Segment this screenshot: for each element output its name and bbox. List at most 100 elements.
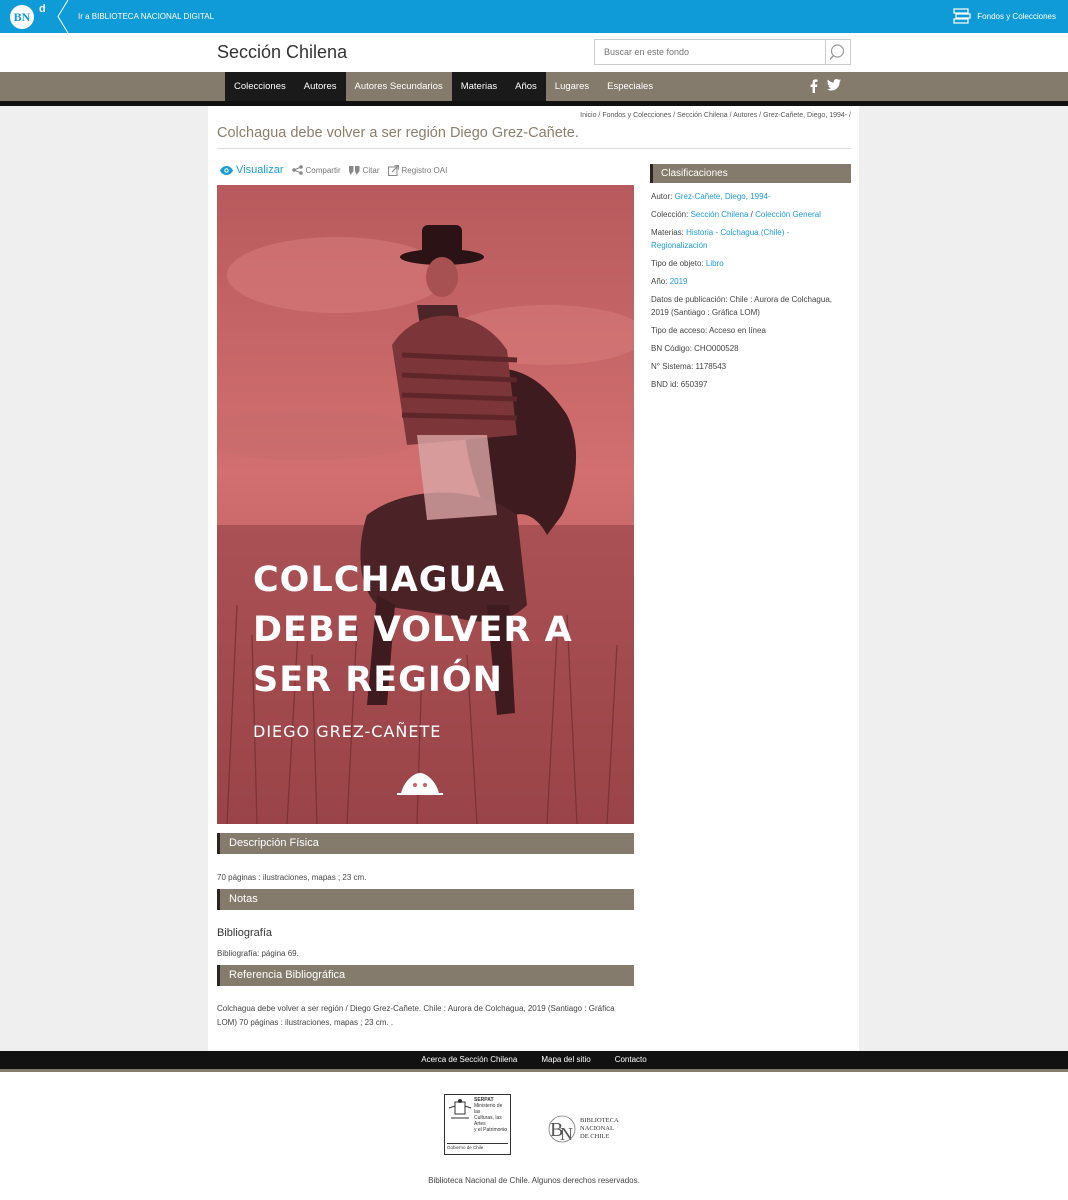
autor-row: Autor: Grez-Cañete, Diego, 1994-: [651, 190, 851, 203]
bnc-line: NACIONAL: [580, 1125, 614, 1132]
eye-icon: [220, 165, 233, 175]
materias-link-2[interactable]: Regionalización: [651, 241, 707, 250]
coleccion-label: Colección:: [651, 210, 689, 219]
visualizar-label: Visualizar: [236, 164, 284, 176]
bnc-line: DE CHILE: [580, 1133, 610, 1140]
footer: SERPAT Ministerio de las Culturas, las A…: [0, 1072, 1068, 1200]
nav-item[interactable]: Colecciones: [225, 72, 295, 101]
bnd-id: BND id: 650397: [651, 380, 708, 389]
serpat-logo[interactable]: SERPAT Ministerio de las Culturas, las A…: [444, 1094, 511, 1155]
site-header: Sección Chilena: [0, 33, 1068, 72]
autor-label: Autor:: [651, 192, 673, 201]
social-links: [810, 79, 841, 93]
datos-publicacion: Datos de publicación: Chile : Aurora de …: [651, 295, 832, 317]
fondos-colecciones-link[interactable]: Fondos y Colecciones: [953, 8, 1056, 25]
cover-title-line: SER REGIÓN: [253, 660, 503, 700]
registro-oai-button[interactable]: Registro OAI: [387, 164, 448, 176]
bnd-logo-d: d: [39, 3, 46, 15]
site-title[interactable]: Sección Chilena: [217, 42, 347, 63]
publisher-logo-icon: [397, 773, 443, 795]
chevron-left-icon: [57, 0, 69, 33]
referencia-text: Colchagua debe volver a ser región / Die…: [217, 1004, 615, 1013]
serpat-sub-2: Culturas, las Artes: [474, 1115, 502, 1127]
fondos-label: Fondos y Colecciones: [977, 12, 1056, 21]
citar-label: Citar: [362, 165, 380, 175]
materias-label: Materias:: [651, 228, 684, 237]
breadcrumb-item[interactable]: Fondos y Colecciones: [602, 112, 671, 119]
gobierno-label: Gobierno de Chile: [447, 1143, 508, 1150]
anio-label: Año:: [651, 277, 668, 286]
nav-item[interactable]: Especiales: [598, 72, 662, 101]
notas-header: Notas: [217, 889, 634, 910]
nav-item[interactable]: Autores Secundarios: [346, 72, 452, 101]
nav-item[interactable]: Autores: [294, 72, 346, 101]
anio-link[interactable]: 2019: [670, 277, 688, 286]
bnc-line: BIBLIOTECA: [580, 1117, 619, 1124]
serpat-sub-3: y el Patrimonio: [474, 1127, 508, 1133]
bnc-text: BIBLIOTECA NACIONAL DE CHILE: [580, 1117, 619, 1141]
breadcrumb-item[interactable]: Inicio: [580, 112, 596, 119]
cover-author: DIEGO GREZ-CAÑETE: [253, 722, 442, 741]
registro-oai-label: Registro OAI: [401, 165, 448, 175]
referencia-header: Referencia Bibliográfica: [217, 965, 634, 986]
bn-monogram-icon: B N: [548, 1115, 576, 1144]
tipo-label: Tipo de objeto:: [651, 259, 704, 268]
breadcrumb: Inicio / Fondos y Colecciones / Sección …: [580, 112, 851, 119]
breadcrumb-separator: /: [847, 112, 851, 119]
citar-button[interactable]: Citar: [348, 165, 380, 175]
breadcrumb-item[interactable]: Grez-Cañete, Diego, 1994-: [763, 112, 847, 119]
serpat-sub-1: Ministerio de las: [474, 1103, 503, 1115]
nav-items: Colecciones Autores Autores Secundarios Mat…: [225, 72, 662, 101]
bn-codigo: BN Código: CHO000528: [651, 344, 739, 353]
twitter-icon[interactable]: [827, 79, 841, 91]
main-nav: Colecciones Autores Autores Secundarios Mat…: [0, 72, 1068, 101]
top-bar: BN d Ir a BIBLIOTECA NACIONAL DIGITAL Fo…: [0, 0, 1068, 33]
cover-title: COLCHAGUA DEBE VOLVER A SER REGIÓN: [253, 555, 573, 705]
coat-of-arms-icon: [448, 1099, 472, 1119]
tipo-row: Tipo de objeto: Libro: [651, 257, 851, 270]
biblioteca-digital-link[interactable]: Ir a BIBLIOTECA NACIONAL DIGITAL: [78, 12, 214, 21]
anio-row: Año: 2019: [651, 275, 851, 288]
nav-item[interactable]: Materias: [451, 72, 507, 101]
book-cover-image[interactable]: COLCHAGUA DEBE VOLVER A SER REGIÓN DIEGO…: [217, 185, 634, 824]
facebook-icon[interactable]: [810, 79, 818, 93]
footer-link[interactable]: Contacto: [615, 1055, 647, 1064]
coleccion-link-seccion[interactable]: Sección Chilena: [691, 210, 749, 219]
numero-sistema: N° Sistema: 1178543: [651, 362, 727, 371]
clasificaciones-list: Autor: Grez-Cañete, Diego, 1994- Colecci…: [651, 190, 851, 396]
compartir-label: Compartir: [305, 165, 341, 175]
visualizar-button[interactable]: Visualizar: [220, 164, 284, 176]
cover-title-line: DEBE VOLVER A: [253, 610, 573, 650]
search-button[interactable]: [825, 40, 850, 64]
nav-item[interactable]: Lugares: [546, 72, 598, 101]
serpat-text: SERPAT Ministerio de las Culturas, las A…: [474, 1097, 510, 1133]
record-actions: Visualizar Compartir Citar Registro OAI: [220, 164, 455, 176]
breadcrumb-item[interactable]: Sección Chilena: [677, 112, 728, 119]
footer-link[interactable]: Mapa del sitio: [541, 1055, 590, 1064]
coleccion-row: Colección: Sección Chilena / Colección G…: [651, 208, 851, 221]
compartir-button[interactable]: Compartir: [291, 165, 341, 175]
referencia-text: LOM) 70 páginas : ilustraciones, mapas ;…: [217, 1018, 394, 1027]
footer-link[interactable]: Acerca de Sección Chilena: [421, 1055, 517, 1064]
bnd-logo[interactable]: BN: [10, 5, 34, 29]
nav-item[interactable]: Años: [506, 72, 546, 101]
coleccion-link-general[interactable]: Colección General: [755, 210, 821, 219]
notas-text: Bibliografía: página 69.: [217, 949, 299, 958]
clasificaciones-header: Clasificaciones: [650, 164, 851, 183]
page-title: Colchagua debe volver a ser región Diego…: [217, 125, 579, 141]
share-icon: [291, 165, 303, 175]
materias-link[interactable]: Historia - Colchagua (Chile) -: [686, 228, 789, 237]
footer-nav: Acerca de Sección Chilena Mapa del sitio C…: [0, 1051, 1068, 1069]
biblioteca-nacional-logo[interactable]: B N BIBLIOTECA NACIONAL DE CHILE: [548, 1114, 619, 1144]
search-icon: [829, 44, 845, 60]
search-box: [594, 39, 851, 65]
notas-subtitle: Bibliografía: [217, 927, 273, 939]
footer-links: Acerca de Sección Chilena Mapa del sitio C…: [0, 1051, 1068, 1069]
tipo-acceso: Tipo de acceso: Acceso en línea: [651, 326, 766, 335]
breadcrumb-item[interactable]: Autores: [733, 112, 757, 119]
tipo-link[interactable]: Libro: [706, 259, 724, 268]
cover-title-line: COLCHAGUA: [253, 560, 505, 600]
title-divider: [217, 148, 851, 149]
autor-link[interactable]: Grez-Cañete, Diego, 1994-: [675, 192, 771, 201]
search-input[interactable]: [595, 40, 821, 64]
